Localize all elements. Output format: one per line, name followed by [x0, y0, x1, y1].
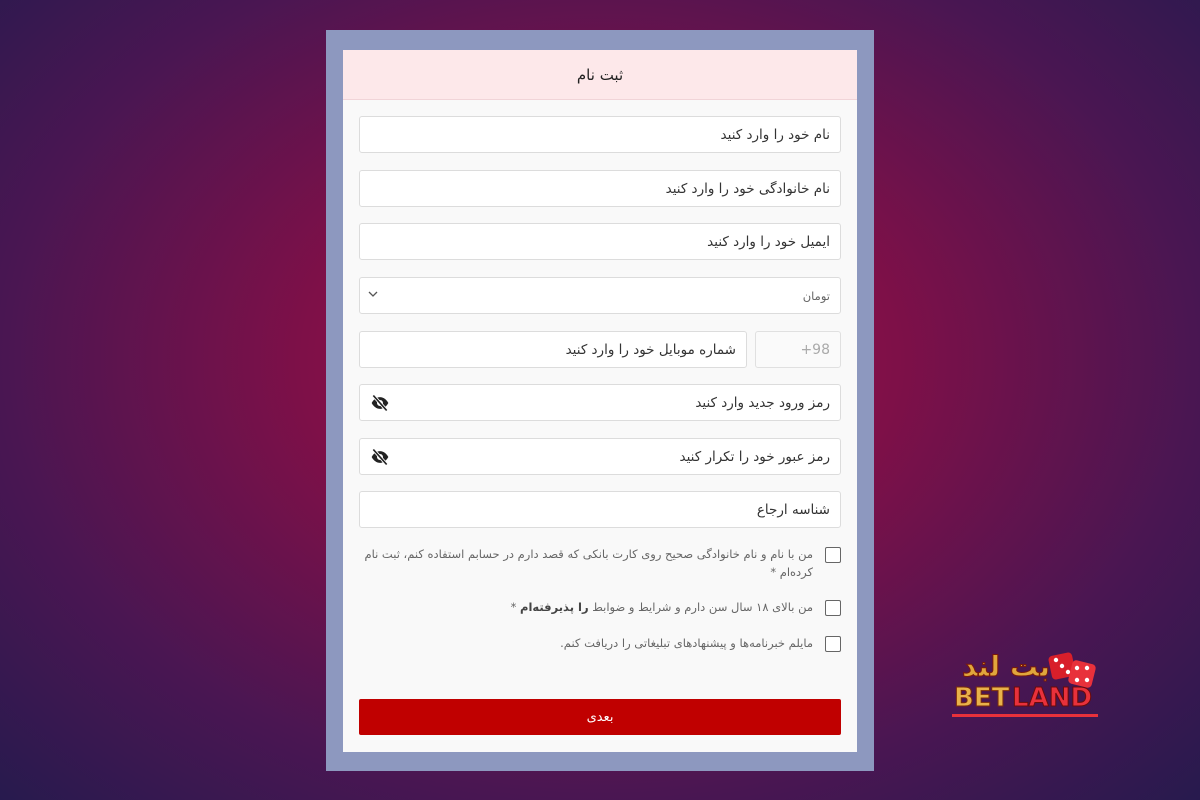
referral-input[interactable]: شناسه ارجاع [359, 491, 841, 528]
logo-text-fa: بت لند [962, 650, 1050, 683]
password-repeat-input[interactable]: رمز عبور خود را تکرار کنید [359, 438, 841, 475]
referral-placeholder: شناسه ارجاع [756, 501, 830, 518]
last-name-input[interactable]: نام خانوادگی خود را وارد کنید [359, 170, 841, 207]
phone-placeholder: شماره موبایل خود را وارد کنید [565, 341, 736, 358]
phone-input[interactable]: شماره موبایل خود را وارد کنید [359, 331, 747, 368]
form-title: ثبت نام [343, 50, 857, 100]
logo-text-en: BET [954, 683, 1010, 713]
email-placeholder: ایمیل خود را وارد کنید [707, 233, 830, 250]
logo-underline [952, 714, 1098, 717]
first-name-placeholder: نام خود را وارد کنید [720, 126, 830, 143]
password-placeholder: رمز ورود جدید وارد کنید [695, 394, 830, 411]
terms-text: من بالای ۱۸ سال سن دارم و شرایط و ضوابط [588, 600, 813, 614]
bank-card-consent: من با نام و نام خانوادگی صحیح روی کارت ب… [359, 545, 841, 581]
betland-logo: بت لند BET LAND [952, 650, 1098, 717]
currency-selected-value: تومان [802, 288, 830, 303]
password-repeat-placeholder: رمز عبور خود را تکرار کنید [679, 448, 830, 465]
terms-required-mark: * [510, 600, 521, 614]
bank-card-checkbox[interactable] [825, 547, 841, 563]
logo-text-en-2: LAND [1012, 683, 1092, 713]
newsletter-consent: مایلم خبرنامه‌ها و پیشنهادهای تبلیغاتی ر… [359, 634, 841, 652]
email-input[interactable]: ایمیل خود را وارد کنید [359, 223, 841, 260]
bank-card-consent-label: من با نام و نام خانوادگی صحیح روی کارت ب… [364, 547, 813, 579]
terms-consent-label: من بالای ۱۸ سال سن دارم و شرایط و ضوابط … [359, 598, 813, 616]
terms-checkbox[interactable] [825, 600, 841, 616]
last-name-placeholder: نام خانوادگی خود را وارد کنید [665, 180, 830, 197]
terms-consent: من بالای ۱۸ سال سن دارم و شرایط و ضوابط … [359, 598, 841, 616]
next-button[interactable]: بعدی [359, 699, 841, 735]
terms-link[interactable]: را پذیرفته‌ام [520, 600, 589, 614]
newsletter-checkbox[interactable] [825, 636, 841, 652]
registration-frame: ثبت نام نام خود را وارد کنید نام خانوادگ… [326, 30, 874, 771]
registration-card: ثبت نام نام خود را وارد کنید نام خانوادگ… [343, 50, 857, 752]
phone-country-code: +98 [755, 331, 841, 368]
newsletter-consent-label: مایلم خبرنامه‌ها و پیشنهادهای تبلیغاتی ر… [560, 636, 813, 650]
eye-slash-icon[interactable] [370, 393, 390, 413]
first-name-input[interactable]: نام خود را وارد کنید [359, 116, 841, 153]
password-input[interactable]: رمز ورود جدید وارد کنید [359, 384, 841, 421]
currency-select[interactable]: تومان [359, 277, 841, 314]
chevron-down-icon [368, 291, 378, 297]
eye-slash-icon[interactable] [370, 447, 390, 467]
